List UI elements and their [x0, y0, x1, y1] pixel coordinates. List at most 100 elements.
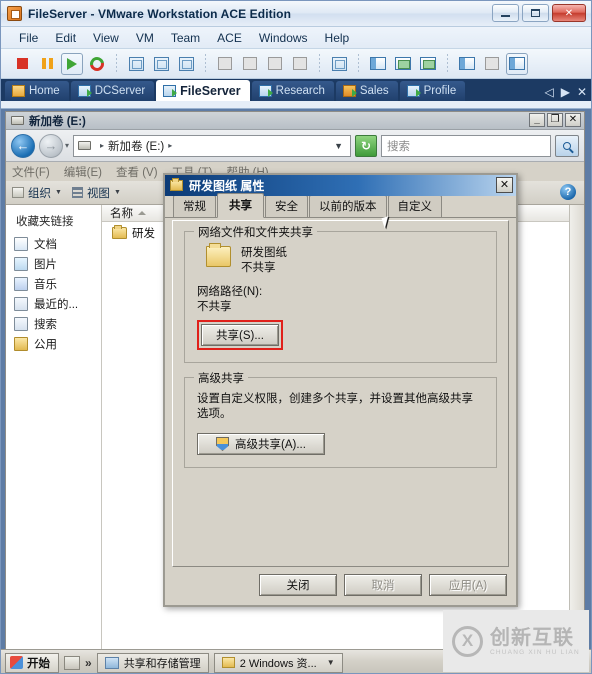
tab-fileserver[interactable]: FileServer [156, 80, 250, 101]
explorer-close-button[interactable]: ✕ [565, 113, 581, 127]
tab-prev-icon[interactable]: ◁ [544, 85, 553, 99]
menu-ace[interactable]: ACE [217, 31, 242, 45]
public-icon [14, 337, 28, 351]
help-icon[interactable]: ? [560, 184, 576, 200]
close-button[interactable]: 关闭 [259, 574, 337, 596]
console-icon[interactable] [481, 53, 503, 75]
menu-edit[interactable]: Edit [55, 31, 76, 45]
sidebar-item-recently-changed[interactable]: 最近的... [6, 294, 101, 314]
eject-icon[interactable] [289, 53, 311, 75]
sidebar-item-public[interactable]: 公用 [6, 334, 101, 354]
explorer-minimize-button[interactable]: _ [529, 113, 545, 127]
clone-icon[interactable] [214, 53, 236, 75]
advanced-sharing-button[interactable]: 高级共享(A)... [197, 433, 325, 455]
tab-security[interactable]: 安全 [265, 195, 308, 217]
share-button[interactable]: 共享(S)... [201, 324, 279, 346]
start-button[interactable]: 开始 [5, 652, 59, 673]
toolbar-separator [116, 53, 117, 74]
sidebar-item-music[interactable]: 音乐 [6, 274, 101, 294]
vmware-close-button[interactable]: ✕ [552, 4, 586, 22]
tab-previous-versions[interactable]: 以前的版本 [309, 195, 387, 217]
show-sidebar-icon[interactable] [367, 53, 389, 75]
dialog-close-button[interactable]: ✕ [496, 177, 513, 193]
explorer-menu-edit[interactable]: 编辑(E) [64, 164, 102, 180]
vmware-title-bar: FileServer - VMware Workstation ACE Edit… [1, 1, 591, 27]
refresh-button[interactable]: ↻ [355, 134, 377, 157]
tab-sales-label: Sales [359, 85, 389, 97]
toolbar-separator [205, 53, 206, 74]
explorer-address-bar: ← → ▾ ▸ 新加卷 (E:) ▸ ▼ ↻ 搜索 [6, 130, 584, 162]
tab-dcserver[interactable]: DCServer [70, 81, 155, 101]
copy-vm-icon[interactable] [239, 53, 261, 75]
organize-button[interactable]: 组织 ▼ [12, 185, 62, 201]
vmware-minimize-button[interactable] [492, 4, 519, 22]
share-summary-row: 研发图纸 不共享 [197, 243, 484, 276]
recent-pages-icon[interactable]: ▾ [65, 141, 69, 150]
chevron-down-icon[interactable]: ▼ [327, 658, 335, 667]
explorer-vertical-scrollbar[interactable] [569, 205, 584, 673]
menu-help[interactable]: Help [325, 31, 350, 45]
suspend-icon[interactable] [36, 53, 58, 75]
menu-view[interactable]: View [93, 31, 119, 45]
screen-root: FileServer - VMware Workstation ACE Edit… [0, 0, 592, 674]
snapshot-take-icon[interactable] [125, 53, 147, 75]
address-input[interactable]: ▸ 新加卷 (E:) ▸ ▼ [73, 134, 351, 157]
multiview-icon[interactable] [506, 52, 528, 75]
fit-guest-icon[interactable] [392, 53, 414, 75]
vmware-maximize-button[interactable] [522, 4, 549, 22]
breadcrumb-chevron-icon[interactable]: ▸ [168, 141, 172, 150]
breadcrumb[interactable]: 新加卷 (E:) [108, 138, 164, 154]
tab-profile[interactable]: Profile [399, 81, 466, 101]
search-button[interactable] [555, 134, 579, 157]
snapshot-revert-icon[interactable] [150, 53, 172, 75]
reset-icon[interactable] [86, 53, 108, 75]
quicklaunch-icon[interactable] [64, 655, 80, 670]
views-button[interactable]: 视图 ▼ [71, 185, 121, 201]
tab-sales[interactable]: Sales [335, 81, 398, 101]
network-sharing-legend: 网络文件和文件夹共享 [194, 224, 317, 240]
quicklaunch-overflow-icon[interactable]: » [85, 656, 92, 670]
sidebar-item-pictures[interactable]: 图片 [6, 254, 101, 274]
tab-research[interactable]: Research [251, 81, 334, 101]
menu-team[interactable]: Team [171, 31, 200, 45]
menu-file[interactable]: File [19, 31, 38, 45]
explorer-menu-file[interactable]: 文件(F) [12, 164, 50, 180]
search-input[interactable]: 搜索 [381, 134, 551, 157]
explorer-restore-button[interactable]: ❐ [547, 113, 563, 127]
sort-ascending-icon [138, 211, 146, 215]
tab-customize[interactable]: 自定义 [387, 195, 442, 217]
tab-next-icon[interactable]: ▶ [561, 85, 570, 99]
sidebar-item-searches[interactable]: 搜索 [6, 314, 101, 334]
drive-icon [78, 141, 92, 150]
snapshot-manager-icon[interactable] [175, 53, 197, 75]
folder-icon [206, 243, 231, 267]
menu-vm[interactable]: VM [136, 31, 154, 45]
back-button[interactable]: ← [11, 133, 35, 158]
forward-button[interactable]: → [39, 133, 63, 158]
explorer-title-text: 新加卷 (E:) [29, 115, 86, 128]
summary-icon[interactable] [328, 53, 350, 75]
address-dropdown-icon[interactable]: ▼ [334, 141, 346, 151]
tab-general[interactable]: 常规 [173, 195, 216, 217]
menu-windows[interactable]: Windows [259, 31, 308, 45]
tab-close-icon[interactable]: ✕ [577, 85, 587, 99]
tab-home[interactable]: Home [5, 81, 69, 101]
taskbar-item-windows-explorer[interactable]: 2 Windows 资... ▼ [213, 652, 343, 673]
settings-icon[interactable] [456, 53, 478, 75]
chevron-down-icon: ▼ [113, 189, 121, 196]
tab-sharing[interactable]: 共享 [217, 193, 264, 218]
sidebar-item-label: 搜索 [34, 319, 57, 331]
network-path-label: 网络路径(N): [197, 286, 263, 298]
advanced-sharing-description: 设置自定义权限，创建多个共享，并设置其他高级共享选项。 [197, 393, 473, 420]
delete-vm-icon[interactable] [264, 53, 286, 75]
fullscreen-icon[interactable] [417, 53, 439, 75]
sidebar-item-documents[interactable]: 文档 [6, 234, 101, 254]
shield-icon [216, 437, 230, 451]
advanced-sharing-group: 高级共享 设置自定义权限，创建多个共享，并设置其他高级共享选项。 高级共享(A)… [184, 370, 497, 468]
vmware-menu-bar: File Edit View VM Team ACE Windows Help [1, 27, 591, 49]
toolbar-separator [447, 53, 448, 74]
explorer-menu-view[interactable]: 查看 (V) [116, 164, 158, 180]
taskbar-item-share-storage[interactable]: 共享和存储管理 [96, 652, 209, 673]
power-off-icon[interactable] [11, 53, 33, 75]
power-on-icon[interactable] [61, 52, 83, 75]
